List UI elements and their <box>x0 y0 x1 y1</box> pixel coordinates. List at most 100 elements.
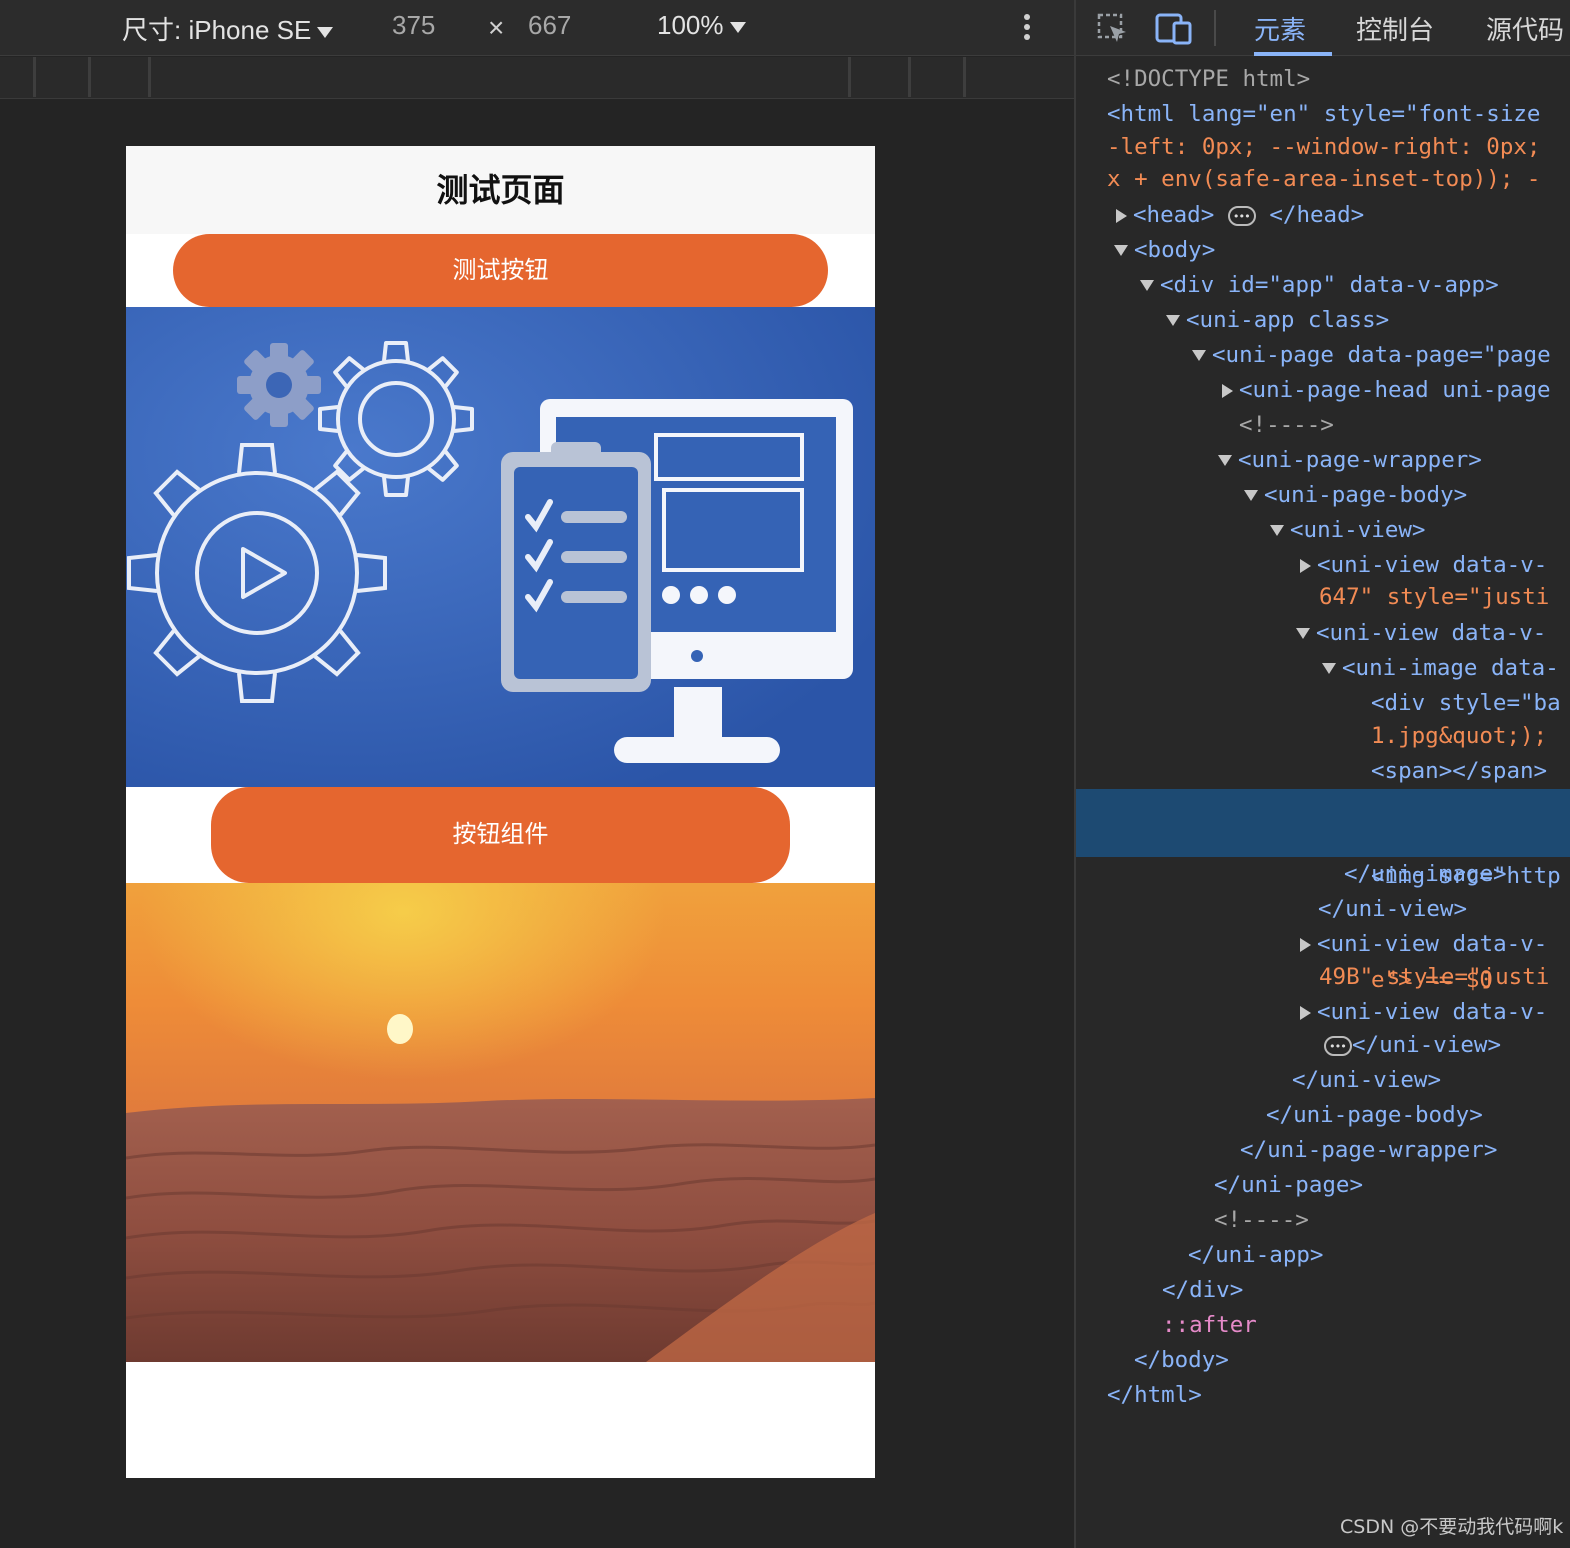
dom-node-text: 1.jpg&quot;); <box>1371 723 1548 749</box>
media-query-ruler[interactable] <box>0 57 1074 99</box>
ellipsis-icon[interactable] <box>1324 1029 1352 1064</box>
watermark: CSDN @不要动我代码啊k <box>1340 1516 1564 1538</box>
dom-node[interactable]: <body> <box>1076 233 1570 268</box>
dom-node[interactable]: </div> <box>1076 1273 1570 1308</box>
dom-node[interactable]: </uni-image> <box>1076 857 1570 892</box>
expand-arrow-icon[interactable] <box>1300 1005 1311 1020</box>
dom-node-text: ::after <box>1162 1312 1257 1338</box>
dom-node[interactable]: </body> <box>1076 1343 1570 1378</box>
dom-node-text: </uni-page-wrapper> <box>1240 1137 1498 1163</box>
dom-node[interactable]: <uni-page-wrapper> <box>1076 443 1570 478</box>
dom-node[interactable]: <uni-image data- <box>1076 651 1570 686</box>
ruler-mark <box>148 57 151 97</box>
gears-monitor-illustration <box>126 307 875 787</box>
toolbar-divider <box>1214 10 1216 46</box>
dom-node[interactable]: </html> <box>1076 1378 1570 1413</box>
dom-node[interactable]: </uni-page-wrapper> <box>1076 1133 1570 1168</box>
device-toolbar-icon[interactable] <box>1154 12 1194 46</box>
dom-node[interactable]: <uni-page-body> <box>1076 478 1570 513</box>
dom-node-text: </html> <box>1107 1382 1202 1408</box>
dom-node-text: </head> <box>1269 202 1365 228</box>
dom-node-text: 49B" style="justi <box>1319 964 1550 990</box>
zoom-select[interactable]: 100% <box>657 10 746 41</box>
dom-node[interactable]: <uni-view data-v- <box>1076 548 1570 583</box>
dom-node[interactable]: <!DOCTYPE html> <box>1076 62 1570 97</box>
inspect-element-icon[interactable] <box>1096 12 1130 46</box>
dom-node[interactable]: </uni-page> <box>1076 1168 1570 1203</box>
dom-node[interactable]: <div style="ba <box>1076 686 1570 721</box>
dom-node-text: <head> <box>1133 202 1215 228</box>
dom-node: x + env(safe-area-inset-top)); - <box>1076 162 1570 197</box>
dom-node[interactable]: <uni-page-head uni-page <box>1076 373 1570 408</box>
dom-node-text: </uni-page-body> <box>1266 1102 1483 1128</box>
width-input[interactable]: 375 <box>392 10 435 41</box>
dom-node[interactable]: </uni-app> <box>1076 1238 1570 1273</box>
tab-sources[interactable]: 源代码 <box>1486 10 1564 47</box>
expand-arrow-icon[interactable] <box>1116 208 1127 223</box>
test-button[interactable]: 测试按钮 <box>173 234 828 307</box>
dom-node-text: 647" style="justi <box>1319 584 1550 610</box>
dom-node-text: <uni-page-wrapper> <box>1238 447 1482 473</box>
ellipsis-icon[interactable] <box>1227 199 1256 234</box>
expand-arrow-icon[interactable] <box>1300 558 1311 573</box>
dom-node-selected[interactable]: <img src="http e"> == $0 <box>1076 789 1570 993</box>
settings-illustration-image <box>126 307 875 787</box>
dom-node-text: </div> <box>1162 1277 1244 1303</box>
dom-node-text: <uni-page-body> <box>1264 482 1468 508</box>
expand-arrow-icon[interactable] <box>1300 937 1311 952</box>
dom-node-text: <uni-view> <box>1290 517 1426 543</box>
collapse-arrow-icon[interactable] <box>1322 663 1336 674</box>
dom-node[interactable]: </uni-view> <box>1076 1063 1570 1098</box>
expand-arrow-icon[interactable] <box>1222 383 1233 398</box>
dom-node[interactable]: <span></span> <box>1076 754 1570 789</box>
devtools-panel: 元素 控制台 源代码 ••• <!DOCTYPE html> <html lan… <box>1074 0 1570 1548</box>
collapse-arrow-icon[interactable] <box>1296 628 1310 639</box>
dom-node-text: </uni-view> <box>1292 1067 1442 1093</box>
dom-node-text: </uni-view> <box>1352 1032 1502 1058</box>
tab-console[interactable]: 控制台 <box>1356 10 1434 47</box>
collapse-arrow-icon[interactable] <box>1218 455 1232 466</box>
button-component[interactable]: 按钮组件 <box>211 787 790 883</box>
dom-node[interactable]: <!----> <box>1076 408 1570 443</box>
device-emulation-pane: 尺寸: iPhone SE 375 × 667 100% 测试页面 测试按钮 按… <box>0 0 1074 1548</box>
dom-node[interactable]: <head> </head> <box>1076 198 1570 234</box>
dom-node[interactable]: <uni-view> <box>1076 513 1570 548</box>
collapse-arrow-icon[interactable] <box>1166 315 1180 326</box>
dom-node[interactable]: </uni-page-body> <box>1076 1098 1570 1133</box>
dom-node[interactable]: <uni-view data-v- <box>1076 995 1570 1030</box>
dom-node[interactable]: <uni-view data-v- <box>1076 616 1570 651</box>
dom-node[interactable]: <uni-view data-v- <box>1076 927 1570 962</box>
dom-node[interactable]: <uni-page data-page="page <box>1076 338 1570 373</box>
ruler-mark <box>33 57 36 97</box>
collapse-arrow-icon[interactable] <box>1192 350 1206 361</box>
desert-sunset-image <box>126 883 875 1362</box>
dom-node-text: <!DOCTYPE html> <box>1107 66 1311 92</box>
active-tab-indicator <box>1254 52 1332 56</box>
device-select[interactable]: 尺寸: iPhone SE <box>122 10 334 47</box>
dom-node-text: <uni-page-head uni-page <box>1239 377 1551 403</box>
height-input[interactable]: 667 <box>528 10 571 41</box>
dom-node-text: <html lang="en" style="font-size <box>1107 101 1541 127</box>
dom-node[interactable]: </uni-view> <box>1076 892 1570 927</box>
collapse-arrow-icon[interactable] <box>1270 525 1284 536</box>
dom-node-text: </body> <box>1134 1347 1229 1373</box>
dom-node[interactable]: </uni-view> <box>1076 1028 1570 1064</box>
dom-node[interactable]: <div id="app" data-v-app> <box>1076 268 1570 303</box>
collapse-arrow-icon[interactable] <box>1140 280 1154 291</box>
chevron-down-icon <box>729 21 746 33</box>
dom-node-text: <div id="app" data-v-app> <box>1160 272 1499 298</box>
dom-node: 49B" style="justi <box>1076 960 1570 995</box>
tab-elements[interactable]: 元素 <box>1254 10 1306 47</box>
dom-node-text: x + env(safe-area-inset-top)); - <box>1107 166 1541 192</box>
more-options-icon[interactable] <box>1020 12 1034 44</box>
dom-node[interactable]: ::after <box>1076 1308 1570 1343</box>
dom-node-text: </uni-view> <box>1318 896 1468 922</box>
dom-node-text: <body> <box>1134 237 1216 263</box>
collapse-arrow-icon[interactable] <box>1244 490 1258 501</box>
dom-node[interactable]: <uni-app class> <box>1076 303 1570 338</box>
chevron-down-icon <box>317 26 334 38</box>
page-title: 测试页面 <box>126 146 875 234</box>
collapse-arrow-icon[interactable] <box>1114 245 1128 256</box>
dom-node[interactable]: <!----> <box>1076 1203 1570 1238</box>
dom-node[interactable]: <html lang="en" style="font-size <box>1076 97 1570 132</box>
